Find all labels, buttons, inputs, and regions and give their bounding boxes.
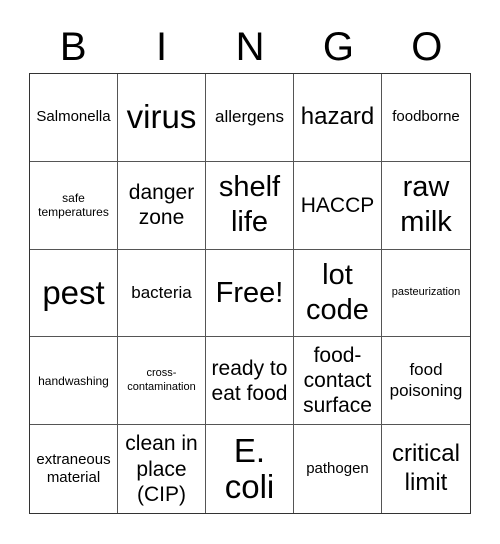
bingo-cell[interactable]: food-contact surface bbox=[294, 337, 382, 426]
bingo-cell[interactable]: safe temperatures bbox=[30, 161, 118, 250]
cell-label: HACCP bbox=[300, 193, 375, 217]
cell-label: hazard bbox=[300, 103, 375, 130]
cell-label: pasteurization bbox=[391, 286, 461, 299]
bingo-header: B I N G O bbox=[29, 22, 471, 72]
header-letter-o: O bbox=[411, 25, 443, 69]
bingo-cell[interactable]: lot code bbox=[294, 249, 382, 338]
bingo-grid: Salmonella virus allergens hazard foodbo… bbox=[29, 73, 471, 514]
cell-label: safe temperatures bbox=[38, 190, 109, 220]
cell-label: pathogen bbox=[306, 460, 369, 478]
bingo-cell[interactable]: E. coli bbox=[206, 425, 294, 513]
cell-label: foodborne bbox=[392, 108, 460, 126]
cell-label: pest bbox=[42, 273, 105, 311]
cell-label: lot code bbox=[306, 259, 369, 326]
bingo-cell[interactable]: pest bbox=[30, 249, 118, 338]
bingo-cell[interactable]: allergens bbox=[206, 74, 294, 162]
cell-label: handwashing bbox=[38, 373, 109, 388]
bingo-cell[interactable]: ready to eat food bbox=[206, 337, 294, 426]
cell-label: food-contact surface bbox=[303, 344, 372, 418]
bingo-cell[interactable]: food poisoning bbox=[382, 337, 470, 426]
cell-label: food poisoning bbox=[389, 360, 463, 400]
cell-label: bacteria bbox=[131, 282, 192, 302]
bingo-cell[interactable]: danger zone bbox=[118, 161, 206, 250]
cell-label: virus bbox=[126, 98, 197, 136]
free-space-cell[interactable]: Free! bbox=[206, 249, 294, 338]
bingo-cell[interactable]: bacteria bbox=[118, 249, 206, 338]
bingo-cell[interactable]: extraneous material bbox=[30, 425, 118, 513]
cell-label: clean in place (CIP) bbox=[125, 432, 198, 506]
bingo-cell[interactable]: handwashing bbox=[30, 337, 118, 426]
bingo-cell[interactable]: HACCP bbox=[294, 161, 382, 250]
header-letter-b: B bbox=[59, 25, 87, 69]
header-letter-n: N bbox=[235, 25, 265, 69]
bingo-cell[interactable]: raw milk bbox=[382, 162, 470, 250]
bingo-cell[interactable]: virus bbox=[118, 74, 206, 162]
cell-label: E. coli bbox=[224, 431, 275, 506]
bingo-cell[interactable]: Salmonella bbox=[30, 74, 118, 162]
bingo-cell[interactable]: hazard bbox=[294, 74, 382, 162]
header-letter-i: I bbox=[156, 25, 168, 69]
cell-label: ready to eat food bbox=[211, 356, 288, 405]
cell-label: critical limit bbox=[391, 440, 460, 497]
bingo-cell[interactable]: clean in place (CIP) bbox=[118, 425, 206, 513]
bingo-cell[interactable]: cross-contamination bbox=[118, 337, 206, 426]
cell-label: extraneous material bbox=[36, 451, 111, 487]
cell-label: allergens bbox=[215, 107, 284, 127]
bingo-cell[interactable]: pathogen bbox=[294, 425, 382, 513]
cell-label: shelf life bbox=[218, 171, 281, 239]
cell-label: danger zone bbox=[128, 181, 195, 230]
cell-label: raw milk bbox=[400, 171, 452, 239]
cell-label: Salmonella bbox=[36, 108, 111, 126]
header-letter-g: G bbox=[322, 25, 354, 69]
free-space-label: Free! bbox=[215, 276, 284, 309]
bingo-cell[interactable]: shelf life bbox=[206, 161, 294, 250]
cell-label: cross-contamination bbox=[127, 367, 196, 393]
bingo-cell[interactable]: critical limit bbox=[382, 425, 470, 513]
bingo-cell[interactable]: foodborne bbox=[382, 74, 470, 162]
bingo-cell[interactable]: pasteurization bbox=[382, 250, 470, 338]
